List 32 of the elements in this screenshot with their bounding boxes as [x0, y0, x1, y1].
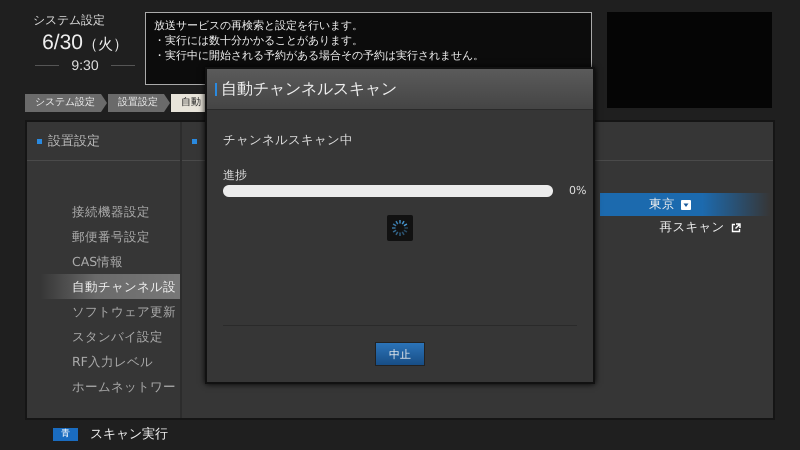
key-hint: スキャン実行	[90, 426, 168, 443]
menu-item[interactable]: 郵便番号設定	[27, 224, 180, 249]
progress-reading: 0%	[569, 184, 586, 197]
color-key: 青	[53, 428, 78, 440]
screen-title: システム設定	[32, 12, 105, 29]
menu-item[interactable]: スタンバイ設定	[27, 324, 180, 349]
description-line: 放送サービスの再検索と設定を行います。	[154, 18, 364, 33]
description-line: ・実行中に開始される予約がある場合その予約は実行されません。	[154, 48, 485, 63]
menu-item[interactable]: ホームネットワー	[27, 374, 180, 399]
dialog-title: 自動チャンネルスキャン	[221, 78, 397, 100]
bullet-icon	[37, 138, 42, 144]
loading-spinner-icon	[387, 215, 413, 241]
menu-item[interactable]: ソフトウェア更新	[27, 299, 180, 324]
breadcrumb-item[interactable]: システム設定	[25, 94, 107, 112]
title-marker-icon	[215, 82, 217, 96]
breadcrumb-item[interactable]: 設置設定	[108, 94, 170, 112]
bullet-icon	[192, 138, 197, 144]
external-link-icon	[730, 222, 740, 232]
progress-label: 進捗	[223, 167, 248, 184]
action-link[interactable]: 再スキャン	[600, 216, 770, 239]
dropdown-field[interactable]: 東京	[600, 193, 770, 216]
date-text: 6/30	[42, 31, 83, 55]
menu-item[interactable]: RF入力レベル	[27, 349, 180, 374]
weekday-text: （火）	[82, 35, 128, 54]
clock-time: 9:30	[71, 57, 99, 73]
status-text: チャンネルスキャン中	[223, 132, 354, 149]
cancel-button[interactable]: 中止	[375, 342, 425, 366]
menu-item[interactable]: 接続機器設定	[27, 199, 180, 224]
menu-item[interactable]: CAS情報	[27, 249, 180, 274]
dropdown-icon	[681, 200, 691, 210]
description-line: ・実行には数十分かかることがあります。	[154, 33, 364, 48]
panel-title: 設置設定	[48, 133, 100, 150]
